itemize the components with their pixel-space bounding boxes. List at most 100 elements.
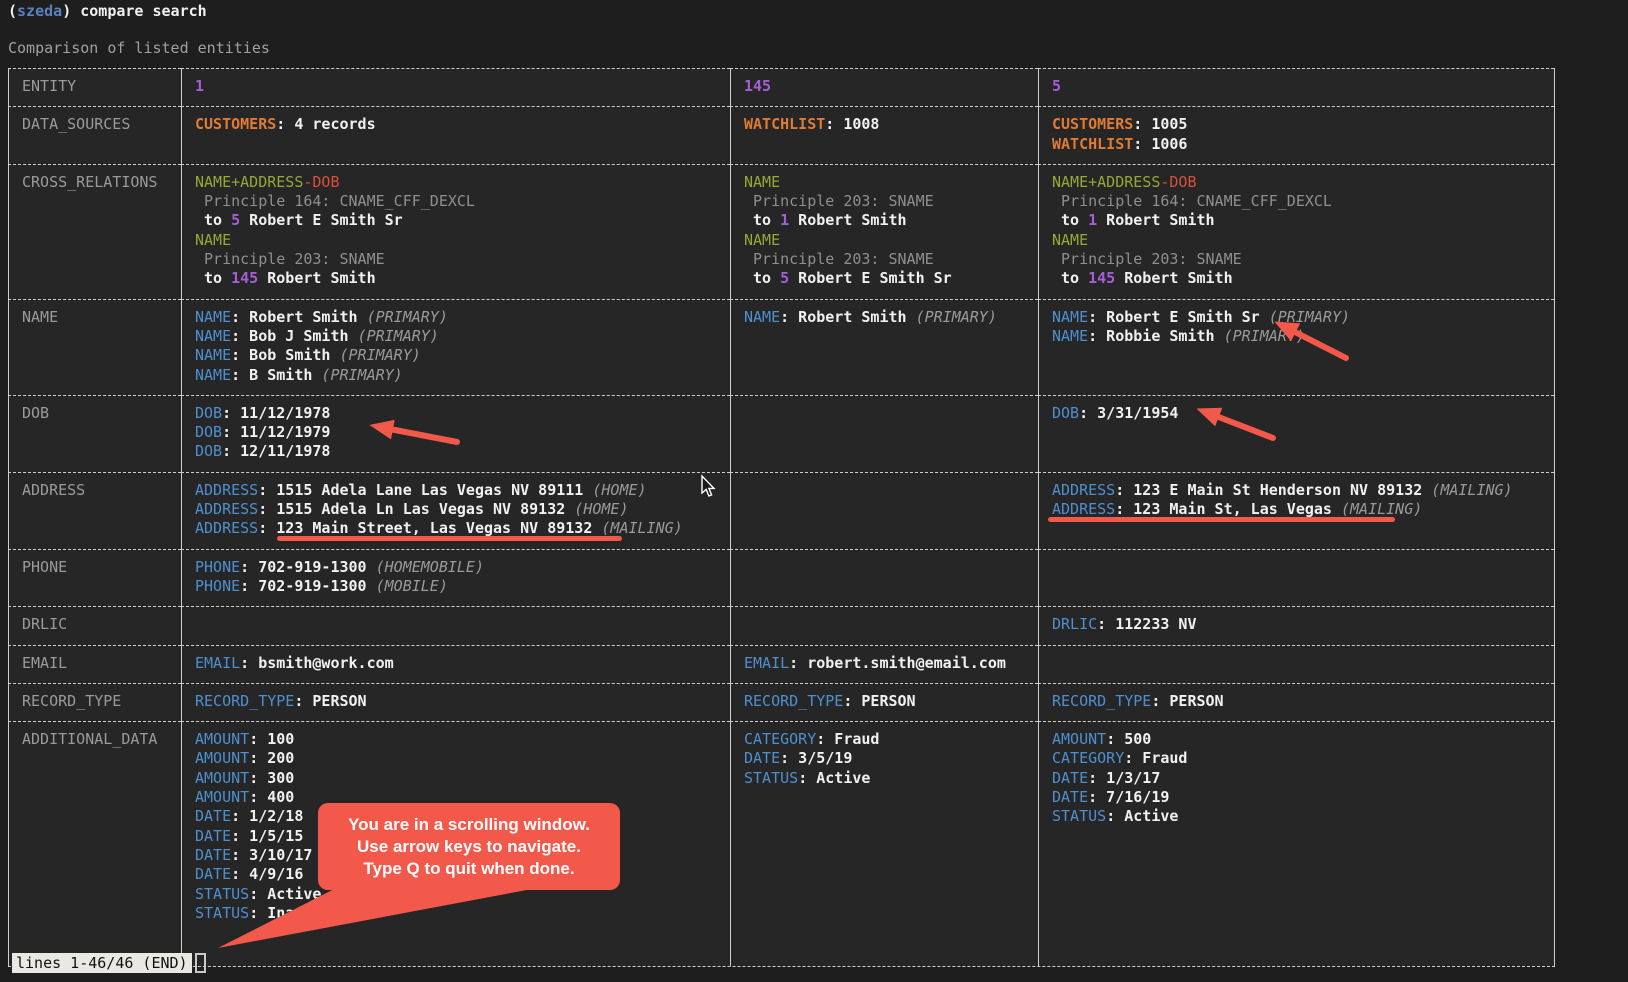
cell-line: NAME: [744, 173, 1026, 192]
cell-line: to 145 Robert Smith: [195, 269, 718, 288]
cell-line: PHONE: 702-919-1300 (MOBILE): [195, 577, 718, 596]
field-key: DATE: [1052, 769, 1088, 787]
field-value: : 3/10/17: [231, 846, 312, 864]
related-entity-id: 145: [231, 269, 258, 287]
entity-cell: [1038, 549, 1554, 607]
field-key: ADDRESS: [1052, 500, 1115, 518]
related-entity-id: 1: [780, 211, 789, 229]
field-value: : 702-919-1300: [240, 577, 366, 595]
field-key: AMOUNT: [195, 788, 249, 806]
cell-line: NAME: Bob Smith (PRIMARY): [195, 346, 718, 365]
field-key: ADDRESS: [195, 481, 258, 499]
field-value: : 12/11/1978: [222, 442, 330, 460]
field-key: RECORD_TYPE: [1052, 692, 1151, 710]
field-qualifier: (PRIMARY): [907, 308, 997, 326]
page-title: Comparison of listed entities: [8, 39, 270, 57]
cell-line: WATCHLIST: 1006: [1052, 135, 1542, 154]
cell-line: Principle 203: SNAME: [1052, 250, 1542, 269]
field-value: : B Smith: [231, 366, 312, 384]
related-entity-id: 145: [1088, 269, 1115, 287]
entity-cell: CUSTOMERS: 4 records: [181, 106, 730, 164]
field-value: : Robert E Smith Sr: [1088, 308, 1260, 326]
field-value: : Bob J Smith: [231, 327, 348, 345]
match-key: NAME+ADDRESS: [195, 173, 303, 191]
terminal-screen[interactable]: (szeda) compare search Comparison of lis…: [0, 0, 1628, 982]
field-key: AMOUNT: [195, 749, 249, 767]
field-value: : 100: [249, 730, 294, 748]
entity-cell: [181, 606, 730, 644]
field-key: EMAIL: [744, 654, 789, 672]
cell-line: to 5 Robert E Smith Sr: [744, 269, 1026, 288]
principle-text: Principle 203: SNAME: [1052, 250, 1242, 268]
field-value: : 1/2/18: [231, 807, 303, 825]
field-value: : Fraud: [816, 730, 879, 748]
cell-line: DRLIC: 112233 NV: [1052, 615, 1542, 634]
entity-cell: 145: [730, 68, 1038, 106]
field-key: NAME: [195, 346, 231, 364]
field-key: DATE: [195, 807, 231, 825]
cell-line: CATEGORY: Fraud: [744, 730, 1026, 749]
field-value: : 112233 NV: [1097, 615, 1196, 633]
field-key: NAME: [744, 308, 780, 326]
principle-text: Principle 164: CNAME_CFF_DEXCL: [1052, 192, 1332, 210]
match-key: NAME: [744, 173, 780, 191]
cell-line: 145: [744, 77, 1026, 96]
command-text: compare search: [71, 2, 206, 20]
field-value: : 3/5/19: [780, 749, 852, 767]
field-key: NAME: [1052, 308, 1088, 326]
table-row-address: ADDRESSADDRESS: 1515 Adela Lane Las Vega…: [8, 472, 1554, 549]
cell-line: DOB: 3/31/1954: [1052, 404, 1542, 423]
related-to-text: to: [195, 269, 231, 287]
field-key: STATUS: [1052, 807, 1106, 825]
entity-cell: RECORD_TYPE: PERSON: [730, 683, 1038, 721]
cell-line: ADDRESS: 123 Main St, Las Vegas (MAILING…: [1052, 500, 1542, 519]
pager-status-text: lines 1-46/46 (END): [12, 953, 192, 973]
row-label-text: DOB: [22, 404, 49, 422]
entity-cell: NAME: Robert Smith (PRIMARY): [730, 299, 1038, 395]
field-value: : 1008: [825, 115, 879, 133]
cell-line: CUSTOMERS: 1005: [1052, 115, 1542, 134]
field-value: : 123 E Main St Henderson NV 89132: [1115, 481, 1422, 499]
field-qualifier: (PRIMARY): [330, 346, 420, 364]
field-key: AMOUNT: [195, 769, 249, 787]
field-value: : PERSON: [294, 692, 366, 710]
entity-cell: RECORD_TYPE: PERSON: [181, 683, 730, 721]
field-key: CATEGORY: [1052, 749, 1124, 767]
field-value: : 1515 Adela Ln Las Vegas NV 89132: [258, 500, 565, 518]
cell-line: CUSTOMERS: 4 records: [195, 115, 718, 134]
cell-line: DATE: 1/3/17: [1052, 769, 1542, 788]
field-key: WATCHLIST: [744, 115, 825, 133]
entity-id: 145: [744, 77, 771, 95]
row-label: DATA_SOURCES: [8, 106, 181, 164]
principle-text: Principle 203: SNAME: [744, 192, 934, 210]
row-label: EMAIL: [8, 645, 181, 683]
cell-line: to 5 Robert E Smith Sr: [195, 211, 718, 230]
cell-line: AMOUNT: 100: [195, 730, 718, 749]
cell-line: DOB: 11/12/1978: [195, 404, 718, 423]
field-value: : PERSON: [843, 692, 915, 710]
field-value: : Bob Smith: [231, 346, 330, 364]
cell-line: Principle 164: CNAME_CFF_DEXCL: [195, 192, 718, 211]
field-key: RECORD_TYPE: [744, 692, 843, 710]
cell-line: NAME: [195, 231, 718, 250]
field-qualifier: (MAILING): [592, 519, 682, 537]
prompt-paren-close: ): [62, 2, 71, 20]
entity-cell: WATCHLIST: 1008: [730, 106, 1038, 164]
field-value: : 3/31/1954: [1079, 404, 1178, 422]
cell-line: to 1 Robert Smith: [744, 211, 1026, 230]
field-value: : Robbie Smith: [1088, 327, 1214, 345]
cell-line: STATUS: Active: [744, 769, 1026, 788]
comparison-table: ENTITY11455DATA_SOURCESCUSTOMERS: 4 reco…: [8, 68, 1555, 967]
field-key: DOB: [1052, 404, 1079, 422]
prompt-app-name: szeda: [17, 2, 62, 20]
field-key: ADDRESS: [195, 519, 258, 537]
row-label-text: NAME: [22, 308, 58, 326]
cell-line: NAME: Robert Smith (PRIMARY): [744, 308, 1026, 327]
field-value: : 4 records: [276, 115, 375, 133]
cell-line: STATUS: Inactive: [195, 904, 718, 923]
scroll-help-callout: You are in a scrolling window. Use arrow…: [318, 803, 620, 890]
table-row-email: EMAILEMAIL: bsmith@work.comEMAIL: robert…: [8, 645, 1554, 683]
field-qualifier: (PRIMARY): [358, 308, 448, 326]
cell-line: 1: [195, 77, 718, 96]
cell-line: NAME: Bob J Smith (PRIMARY): [195, 327, 718, 346]
